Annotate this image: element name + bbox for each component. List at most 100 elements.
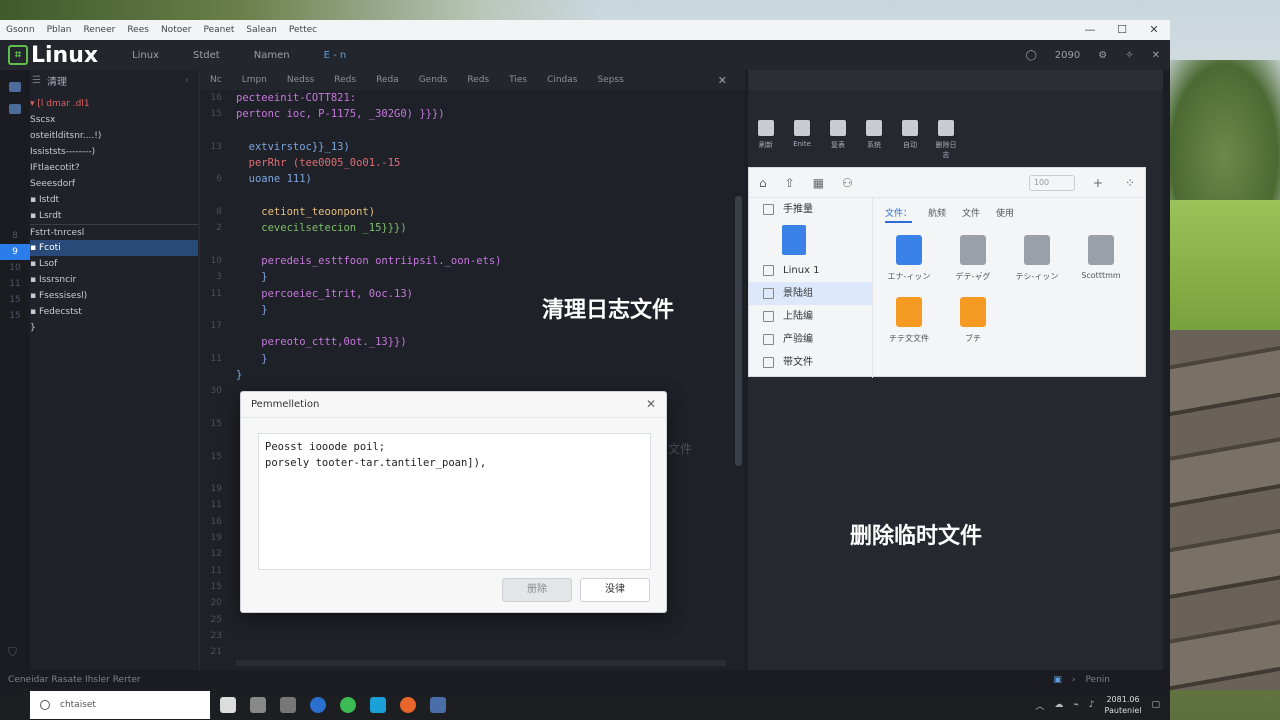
dialog-textarea[interactable]: Peosst iooode poil; porsely tooter-tar.t… bbox=[258, 433, 651, 570]
menu-item[interactable]: Pettec bbox=[283, 25, 323, 35]
refresh-button[interactable]: 刷新 bbox=[754, 120, 778, 160]
copy-button[interactable]: 复表 bbox=[826, 120, 850, 160]
document-preview[interactable] bbox=[749, 221, 872, 259]
menu-item[interactable]: Pblan bbox=[41, 25, 78, 35]
taskbar-search[interactable]: chtaiset bbox=[30, 691, 210, 719]
minimize-icon[interactable]: — bbox=[1074, 20, 1106, 40]
add-icon[interactable]: + bbox=[1093, 176, 1103, 190]
mic-icon[interactable] bbox=[220, 697, 236, 713]
system-button[interactable]: 系统 bbox=[862, 120, 886, 160]
file-tab[interactable]: 文件 bbox=[962, 206, 980, 223]
file-item[interactable]: Scotttmm bbox=[1069, 235, 1133, 297]
panel-icon[interactable]: ▣ bbox=[1053, 675, 1062, 685]
editor-tab[interactable]: Lmpn bbox=[232, 75, 277, 85]
confirm-button[interactable]: 没律 bbox=[580, 578, 650, 602]
editor-tab[interactable]: Cindas bbox=[537, 75, 587, 85]
notification-icon[interactable]: ▢ bbox=[1151, 700, 1160, 710]
tree-item[interactable]: ▪ Istdt bbox=[30, 192, 198, 208]
code-area[interactable]: pecteeinit-COTT821: pertonc ioc, P-1175,… bbox=[236, 90, 726, 383]
tree-item[interactable]: IFtlaecotit? bbox=[30, 160, 198, 176]
cloud-icon[interactable]: ☁ bbox=[1054, 700, 1063, 710]
editor-tab[interactable]: Reda bbox=[366, 75, 409, 85]
file-item[interactable]: デテ-ャ゙グ bbox=[941, 235, 1005, 297]
terminal-app-icon[interactable] bbox=[430, 697, 446, 713]
chevron-up-icon[interactable]: ︿ bbox=[1035, 699, 1044, 712]
vertical-scrollbar[interactable] bbox=[735, 196, 742, 466]
shield-icon[interactable]: ⛉ bbox=[8, 645, 17, 660]
files-app-icon[interactable] bbox=[280, 697, 296, 713]
menu-item[interactable]: Reneer bbox=[77, 25, 121, 35]
title-tab[interactable]: Linux bbox=[132, 50, 159, 61]
home-icon[interactable]: ⌂ bbox=[759, 176, 767, 190]
tree-item[interactable]: ▪ Lsrdt bbox=[30, 208, 198, 224]
volume-icon[interactable]: ♪ bbox=[1089, 700, 1095, 710]
tree-item-selected[interactable]: ▪ Fcoti bbox=[30, 240, 198, 256]
star-icon[interactable]: ✧ bbox=[1125, 50, 1133, 61]
browser-icon[interactable] bbox=[310, 697, 326, 713]
folder-item[interactable]: ブチ bbox=[941, 297, 1005, 359]
delete-logs-button[interactable]: 删除日志 bbox=[934, 120, 958, 160]
tree-item[interactable]: ▪ Fsessisesl) bbox=[30, 288, 198, 304]
file-tab[interactable]: 航频 bbox=[928, 206, 946, 223]
sidebar-item[interactable]: 带文件 bbox=[749, 351, 872, 374]
editor-tab[interactable]: Reds bbox=[457, 75, 499, 85]
title-tab[interactable]: Stdet bbox=[193, 50, 220, 61]
view-icon[interactable]: ▦ bbox=[813, 176, 824, 190]
files-icon[interactable] bbox=[9, 82, 21, 92]
tree-item[interactable]: Fstrt-tnrcesl bbox=[30, 224, 198, 240]
editor-tab[interactable]: Ties bbox=[499, 75, 537, 85]
close-icon[interactable]: ✕ bbox=[1152, 50, 1160, 61]
firefox-icon[interactable] bbox=[400, 697, 416, 713]
tree-item[interactable]: osteitlditsnr....!) bbox=[30, 128, 198, 144]
menu-item[interactable]: Peanet bbox=[197, 25, 240, 35]
editor-tab[interactable]: Gends bbox=[409, 75, 458, 85]
clock[interactable]: 2081.06 Pauteniel bbox=[1105, 694, 1142, 716]
close-icon[interactable]: ✕ bbox=[708, 74, 737, 87]
close-icon[interactable]: ✕ bbox=[646, 397, 656, 411]
sidebar-item[interactable]: Linux 1 bbox=[749, 259, 872, 282]
menu-item[interactable]: Salean bbox=[240, 25, 283, 35]
edit-button[interactable]: Enite bbox=[790, 120, 814, 160]
editor-tab[interactable]: Nc bbox=[200, 75, 232, 85]
tree-item[interactable]: Sscsx bbox=[30, 112, 198, 128]
menu-icon[interactable]: ☰ bbox=[32, 75, 41, 86]
grid-icon[interactable]: ⁘ bbox=[1125, 176, 1135, 190]
file-tab-active[interactable]: 文件： bbox=[885, 206, 913, 223]
sidebar-item[interactable]: 上陆编 bbox=[749, 305, 872, 328]
tree-item[interactable]: Issiststs--------) bbox=[30, 144, 198, 160]
tree-item[interactable]: ▪ Fedecstst bbox=[30, 304, 198, 320]
sidebar-item[interactable]: 手推量 bbox=[749, 198, 872, 221]
delete-button[interactable]: 册除 bbox=[502, 578, 572, 602]
menu-item[interactable]: Gsonn bbox=[0, 25, 41, 35]
editor-tab[interactable]: Nedss bbox=[277, 75, 324, 85]
tree-item[interactable]: Seeesdorf bbox=[30, 176, 198, 192]
tree-item[interactable]: ▪ Issrsncir bbox=[30, 272, 198, 288]
editor-tab[interactable]: Sepss bbox=[587, 75, 633, 85]
network-icon[interactable]: ⌁ bbox=[1073, 700, 1078, 710]
file-item[interactable]: エナ-ィッン bbox=[877, 235, 941, 297]
folder-item[interactable]: チテ文文件 bbox=[877, 297, 941, 359]
horizontal-scrollbar[interactable] bbox=[236, 660, 726, 666]
up-icon[interactable]: ⇧ bbox=[785, 176, 795, 190]
edge-icon[interactable] bbox=[370, 697, 386, 713]
task-view-icon[interactable] bbox=[250, 697, 266, 713]
sidebar-item-selected[interactable]: 景陆组 bbox=[749, 282, 872, 305]
file-item[interactable]: テシ-ィッン bbox=[1005, 235, 1069, 297]
clock-icon[interactable]: ◯ bbox=[1026, 50, 1037, 61]
maximize-icon[interactable]: ☐ bbox=[1106, 20, 1138, 40]
share-icon[interactable]: ⚇ bbox=[842, 176, 853, 190]
sidebar-item[interactable]: 产验编 bbox=[749, 328, 872, 351]
tree-item[interactable]: } bbox=[30, 320, 198, 336]
close-icon[interactable]: ✕ bbox=[1138, 20, 1170, 40]
menu-item[interactable]: Notoer bbox=[155, 25, 198, 35]
chrome-icon[interactable] bbox=[340, 697, 356, 713]
collapse-icon[interactable]: ‹ bbox=[185, 75, 189, 86]
tree-item[interactable]: ▾ [l dmar .dl1 bbox=[30, 96, 198, 112]
file-tab[interactable]: 使用 bbox=[996, 206, 1014, 223]
menu-item[interactable]: Rees bbox=[121, 25, 155, 35]
title-tab-active[interactable]: E - n bbox=[324, 50, 347, 61]
search-input[interactable]: 100 bbox=[1028, 174, 1075, 191]
editor-tab[interactable]: Reds bbox=[324, 75, 366, 85]
auto-button[interactable]: 自动 bbox=[898, 120, 922, 160]
tree-item[interactable]: ▪ Lsof bbox=[30, 256, 198, 272]
